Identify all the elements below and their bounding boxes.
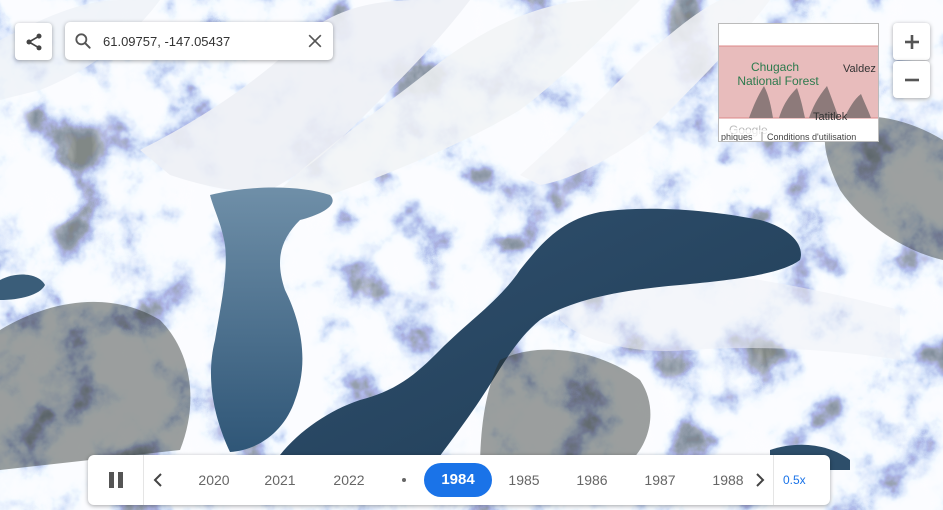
next-year-button[interactable]: [751, 468, 769, 492]
playback-speed-button[interactable]: 0.5x: [783, 471, 823, 489]
minimap-area-label-line1: Chugach: [751, 60, 799, 74]
pause-icon: [108, 472, 123, 488]
zoom-in-button[interactable]: [893, 23, 930, 60]
terms-link[interactable]: Conditions d'utilisation: [767, 132, 856, 142]
search-input[interactable]: [103, 31, 298, 51]
timeline-divider: [773, 455, 774, 505]
year-1987[interactable]: 1987: [635, 471, 685, 489]
chevron-left-icon: [153, 473, 162, 487]
close-icon[interactable]: [305, 31, 325, 51]
search-box: [65, 22, 333, 60]
timeline-separator-dot: [402, 478, 406, 482]
share-button[interactable]: [15, 23, 52, 60]
chevron-right-icon: [756, 473, 765, 487]
year-1986[interactable]: 1986: [567, 471, 617, 489]
year-2022[interactable]: 2022: [324, 471, 374, 489]
minus-icon: [904, 78, 919, 81]
overview-minimap[interactable]: Chugach National Forest Valdez Tatitlek …: [718, 23, 879, 142]
year-2021[interactable]: 2021: [255, 471, 305, 489]
minimap-place-tatitlek: Tatitlek: [813, 111, 848, 123]
year-1988[interactable]: 1988: [703, 471, 753, 489]
pause-button[interactable]: [88, 455, 144, 505]
minimap-place-valdez: Valdez: [843, 63, 876, 75]
share-icon: [26, 33, 41, 50]
minimap-attribution: phiques: [721, 132, 753, 142]
plus-icon: [904, 34, 919, 49]
minimap-area-label-line2: National Forest: [737, 74, 819, 88]
previous-year-button[interactable]: [149, 468, 167, 492]
year-1985[interactable]: 1985: [499, 471, 549, 489]
zoom-out-button[interactable]: [893, 61, 930, 98]
search-icon[interactable]: [73, 31, 93, 51]
year-2020[interactable]: 2020: [189, 471, 239, 489]
timelapse-bar: 2020 2021 2022 1984 1985 1986 1987 1988 …: [88, 455, 830, 505]
year-1984-selected[interactable]: 1984: [424, 463, 492, 497]
